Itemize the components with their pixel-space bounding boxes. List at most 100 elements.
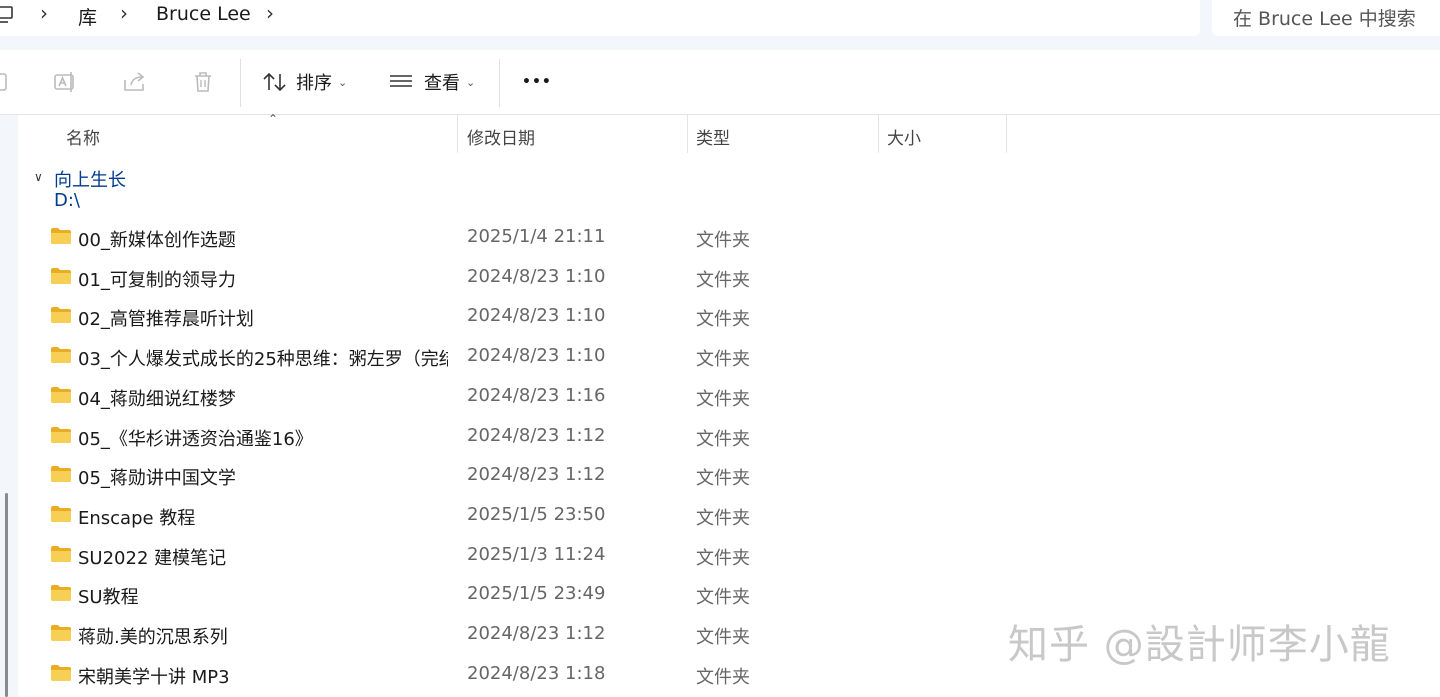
toolbar-divider bbox=[240, 59, 241, 107]
file-type: 文件夹 bbox=[696, 388, 750, 410]
breadcrumb-chevron-icon[interactable]: › bbox=[40, 1, 48, 25]
modified-date: 2025/1/5 23:50 bbox=[467, 503, 606, 525]
table-row[interactable]: 05_蒋勋讲中国文学 2024/8/23 1:12 文件夹 bbox=[18, 457, 1440, 495]
search-placeholder: 在 Bruce Lee 中搜索 bbox=[1233, 8, 1416, 30]
file-name: 05_《华杉讲透资治通鉴16》 bbox=[78, 428, 313, 450]
folder-icon bbox=[51, 664, 71, 681]
group-title: 向上生长 bbox=[54, 170, 126, 191]
file-name: SU2022 建模笔记 bbox=[78, 547, 227, 569]
file-type: 文件夹 bbox=[696, 269, 750, 291]
modified-date: 2024/8/23 1:16 bbox=[467, 384, 606, 406]
table-row[interactable]: 04_蒋勋细说红楼梦 2024/8/23 1:16 文件夹 bbox=[18, 378, 1440, 416]
view-label: 查看 bbox=[424, 73, 460, 94]
file-name: 00_新媒体创作选题 bbox=[78, 230, 236, 251]
folder-icon bbox=[51, 505, 71, 522]
chevron-down-icon: ⌄ bbox=[338, 75, 348, 89]
modified-date: 2024/8/23 1:12 bbox=[467, 424, 606, 446]
watermark: 知乎 @設計师李小龍 bbox=[1008, 622, 1391, 668]
breadcrumb-item-bruce-lee[interactable]: Bruce Lee bbox=[156, 3, 251, 25]
address-bar[interactable]: › 库 › Bruce Lee › bbox=[0, 0, 1200, 36]
folder-icon bbox=[51, 307, 71, 324]
file-type: 文件夹 bbox=[696, 507, 750, 529]
column-header-date[interactable]: 修改日期 bbox=[467, 124, 535, 149]
folder-icon bbox=[51, 545, 71, 562]
modified-date: 2024/8/23 1:12 bbox=[467, 623, 606, 644]
table-row[interactable]: 03_个人爆发式成长的25种思维：粥左罗（完结… 2024/8/23 1:10 文件… bbox=[18, 338, 1440, 376]
file-name: Enscape 教程 bbox=[78, 507, 196, 529]
file-name: 蒋勋.美的沉思系列 bbox=[78, 627, 228, 648]
column-divider[interactable] bbox=[457, 115, 458, 153]
modified-date: 2025/1/5 23:49 bbox=[467, 583, 606, 605]
modified-date: 2025/1/4 21:11 bbox=[467, 226, 606, 247]
folder-icon bbox=[51, 625, 71, 641]
table-row[interactable]: 05_《华杉讲透资治通鉴16》 2024/8/23 1:12 文件夹 bbox=[18, 418, 1440, 456]
breadcrumb-chevron-icon[interactable]: › bbox=[120, 1, 128, 25]
breadcrumb-chevron-icon[interactable]: › bbox=[266, 1, 274, 25]
folder-icon bbox=[51, 228, 71, 244]
group-path: D:\ bbox=[54, 190, 80, 211]
rename-icon[interactable] bbox=[52, 68, 80, 96]
modified-date: 2024/8/23 1:12 bbox=[467, 464, 606, 486]
delete-icon[interactable] bbox=[189, 68, 217, 96]
more-options-button[interactable]: ••• bbox=[522, 66, 552, 98]
file-type: 文件夹 bbox=[696, 230, 750, 251]
scrollbar-thumb[interactable] bbox=[5, 493, 8, 697]
table-row[interactable]: 02_高管推荐晨听计划 2024/8/23 1:10 文件夹 bbox=[18, 298, 1440, 336]
file-name: 01_可复制的领导力 bbox=[78, 269, 236, 291]
file-type: 文件夹 bbox=[696, 309, 750, 331]
folder-icon bbox=[51, 347, 71, 364]
file-type: 文件夹 bbox=[696, 428, 750, 450]
folder-icon bbox=[51, 585, 71, 602]
file-name: 宋朝美学十讲 MP3 bbox=[78, 666, 230, 688]
file-name: 04_蒋勋细说红楼梦 bbox=[78, 388, 236, 410]
column-header-name[interactable]: 名称 bbox=[66, 124, 100, 149]
file-type: 文件夹 bbox=[696, 547, 750, 569]
folder-icon bbox=[51, 466, 71, 483]
file-type: 文件夹 bbox=[696, 349, 750, 371]
file-type: 文件夹 bbox=[696, 468, 750, 490]
file-name: 02_高管推荐晨听计划 bbox=[78, 309, 254, 331]
modified-date: 2024/8/23 1:10 bbox=[467, 345, 606, 367]
navigation-pane-edge bbox=[0, 115, 18, 697]
list-view-icon bbox=[390, 75, 412, 87]
column-divider[interactable] bbox=[687, 115, 688, 153]
file-name: SU教程 bbox=[78, 587, 139, 609]
toolbar-divider bbox=[499, 59, 500, 107]
sort-button[interactable]: 排序 ⌄ bbox=[262, 66, 347, 98]
view-button[interactable]: 查看 ⌄ bbox=[389, 66, 475, 98]
file-type: 文件夹 bbox=[696, 666, 750, 688]
file-type: 文件夹 bbox=[696, 627, 750, 648]
chevron-down-icon[interactable]: ∨ bbox=[34, 170, 43, 184]
file-name: 03_个人爆发式成长的25种思维：粥左罗（完结… bbox=[78, 349, 448, 371]
column-header-size[interactable]: 大小 bbox=[887, 124, 921, 149]
title-bar: › 库 › Bruce Lee › 在 Bruce Lee 中搜索 bbox=[0, 0, 1440, 50]
search-box[interactable]: 在 Bruce Lee 中搜索 bbox=[1212, 0, 1440, 36]
column-header-row: ⌃ 名称 修改日期 类型 大小 bbox=[18, 112, 1440, 153]
chevron-down-icon: ⌄ bbox=[466, 75, 476, 89]
sort-ascending-icon: ⌃ bbox=[268, 112, 279, 126]
column-divider[interactable] bbox=[1006, 115, 1007, 153]
modified-date: 2024/8/23 1:10 bbox=[467, 305, 606, 327]
modified-date: 2024/8/23 1:18 bbox=[467, 662, 606, 684]
table-row[interactable]: SU教程 2025/1/5 23:49 文件夹 bbox=[18, 576, 1440, 614]
breadcrumb-item-library[interactable]: 库 bbox=[78, 3, 97, 30]
file-type: 文件夹 bbox=[696, 587, 750, 609]
folder-icon bbox=[51, 267, 71, 284]
column-header-type[interactable]: 类型 bbox=[696, 124, 730, 149]
table-row[interactable]: 01_可复制的领导力 2024/8/23 1:10 文件夹 bbox=[18, 259, 1440, 297]
command-bar: 排序 ⌄ 查看 ⌄ ••• bbox=[0, 50, 1440, 115]
this-pc-icon[interactable] bbox=[0, 4, 16, 26]
file-name: 05_蒋勋讲中国文学 bbox=[78, 468, 236, 490]
column-divider[interactable] bbox=[878, 115, 879, 153]
folder-icon bbox=[51, 386, 71, 403]
sort-label: 排序 bbox=[296, 73, 332, 94]
share-icon[interactable] bbox=[121, 68, 149, 96]
table-row[interactable]: Enscape 教程 2025/1/5 23:50 文件夹 bbox=[18, 497, 1440, 535]
copy-icon[interactable] bbox=[0, 68, 14, 96]
table-row[interactable]: 00_新媒体创作选题 2025/1/4 21:11 文件夹 bbox=[18, 219, 1440, 257]
sort-icon bbox=[263, 72, 286, 92]
folder-icon bbox=[51, 426, 71, 443]
modified-date: 2025/1/3 11:24 bbox=[467, 543, 606, 565]
modified-date: 2024/8/23 1:10 bbox=[467, 265, 606, 287]
table-row[interactable]: SU2022 建模笔记 2025/1/3 11:24 文件夹 bbox=[18, 537, 1440, 575]
